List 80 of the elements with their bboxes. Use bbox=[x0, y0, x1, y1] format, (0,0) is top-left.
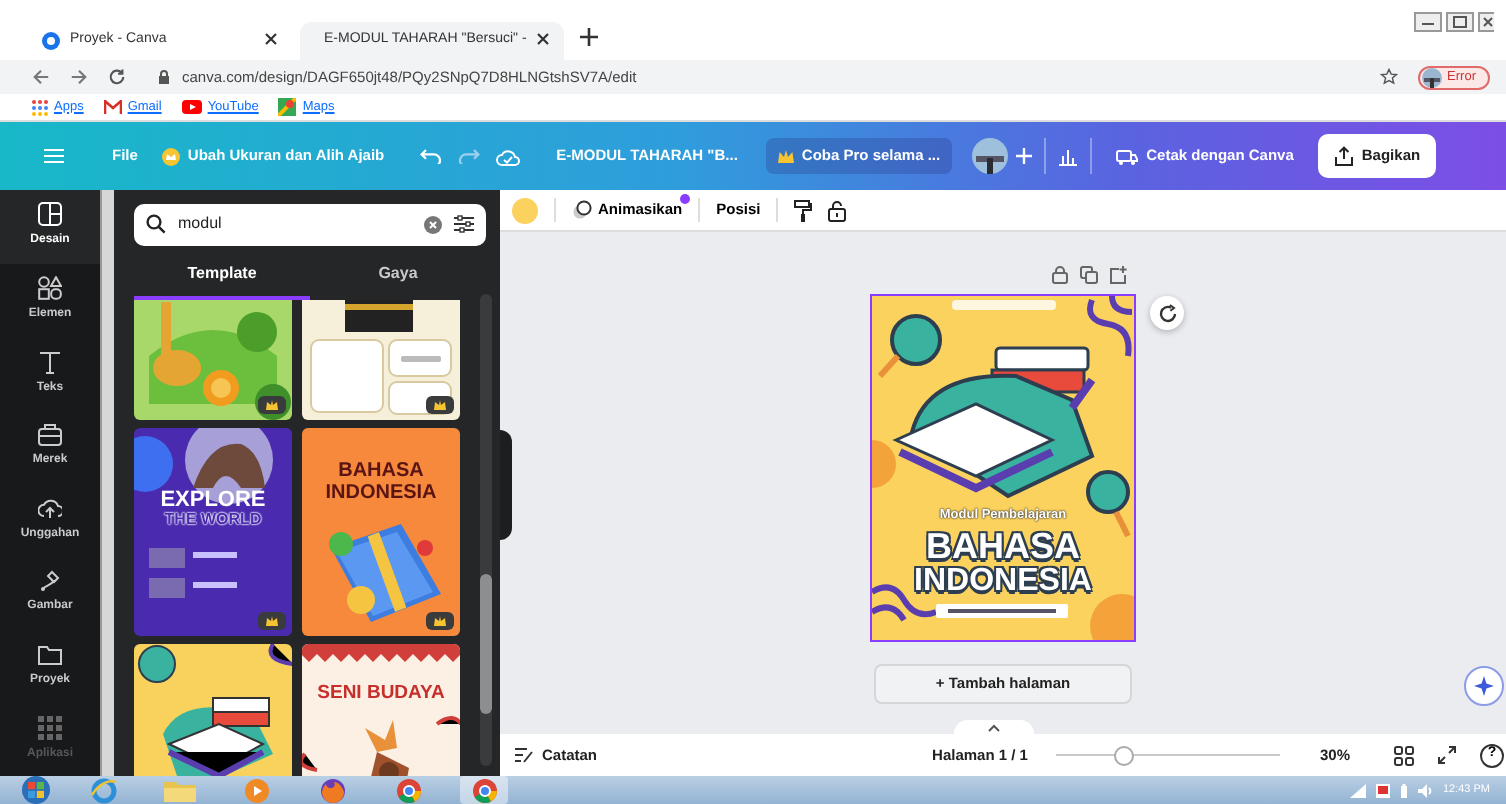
crown-icon bbox=[777, 149, 794, 163]
briefcase-icon bbox=[38, 422, 62, 447]
apps-grid-icon bbox=[38, 715, 62, 740]
add-page-icon[interactable] bbox=[1110, 266, 1128, 284]
browser-icon[interactable] bbox=[395, 777, 421, 803]
avatar-icon bbox=[1421, 67, 1442, 87]
mail-icon bbox=[103, 100, 122, 114]
illustration-drawing bbox=[149, 301, 291, 420]
template-title: BAHASA bbox=[336, 461, 426, 482]
cloud-icon[interactable] bbox=[496, 147, 521, 165]
illustration-drawing bbox=[310, 299, 452, 415]
template-title: EXPLORE bbox=[158, 489, 268, 512]
scrollbar[interactable] bbox=[100, 190, 114, 776]
regenerate-button[interactable] bbox=[1150, 296, 1184, 330]
filter-icon[interactable] bbox=[454, 214, 474, 235]
start-button[interactable] bbox=[20, 776, 52, 804]
sparkle-icon bbox=[1474, 676, 1494, 696]
maximize-icon[interactable] bbox=[1446, 12, 1474, 32]
plus-icon[interactable] bbox=[1016, 148, 1033, 164]
page-title: INDONESIA bbox=[912, 566, 1094, 598]
avatar-icon[interactable] bbox=[972, 138, 1009, 174]
template-card[interactable]: SENI BUDAYA bbox=[302, 643, 460, 776]
lock-icon[interactable] bbox=[828, 199, 847, 221]
template-card[interactable]: EXPLORE THE WORLD bbox=[134, 427, 292, 636]
menu-icon[interactable] bbox=[44, 148, 64, 164]
template-card[interactable]: BAHASA INDONESIA bbox=[302, 427, 460, 636]
template-title: THE WORLD bbox=[161, 511, 264, 528]
draw-icon bbox=[38, 568, 62, 593]
assistant-button[interactable] bbox=[1464, 666, 1504, 706]
illustration-drawing bbox=[329, 523, 441, 622]
browser-icon[interactable] bbox=[471, 777, 497, 803]
template-title: SENI BUDAYA bbox=[315, 683, 447, 703]
panel-tab[interactable]: Gaya bbox=[310, 253, 486, 300]
clear-icon[interactable] bbox=[424, 215, 442, 234]
collapse-button[interactable] bbox=[953, 720, 1033, 734]
animate-icon bbox=[572, 200, 592, 220]
fullscreen-icon[interactable] bbox=[1438, 746, 1456, 764]
map-icon bbox=[278, 98, 297, 116]
grid-view-icon[interactable] bbox=[1394, 745, 1414, 765]
text-icon bbox=[38, 349, 62, 374]
folder-icon bbox=[38, 642, 62, 667]
search-bar[interactable]: modul bbox=[134, 204, 486, 246]
lock-icon bbox=[158, 70, 170, 84]
browser-icon[interactable] bbox=[319, 777, 345, 803]
page-title: BAHASA bbox=[923, 528, 1082, 564]
apps-grid-icon bbox=[32, 99, 48, 115]
slider-thumb[interactable] bbox=[1113, 745, 1134, 765]
search-field[interactable]: modul bbox=[178, 212, 412, 237]
color-swatch[interactable] bbox=[512, 197, 538, 223]
star-icon[interactable] bbox=[1379, 68, 1398, 86]
new-tab-icon[interactable] bbox=[580, 28, 598, 47]
share-icon bbox=[1333, 146, 1354, 166]
forward-icon[interactable] bbox=[70, 68, 88, 86]
minimize-icon[interactable] bbox=[1414, 12, 1442, 32]
duplicate-icon[interactable] bbox=[1080, 266, 1098, 284]
refresh-icon bbox=[1157, 303, 1177, 323]
reload-icon[interactable] bbox=[108, 68, 126, 86]
panel-collapse-handle[interactable] bbox=[500, 430, 512, 540]
shapes-icon bbox=[38, 275, 62, 300]
undo-icon[interactable] bbox=[420, 148, 443, 164]
play-icon bbox=[181, 100, 202, 114]
paint-roller-icon[interactable] bbox=[794, 199, 813, 221]
chevron-up-icon bbox=[987, 723, 999, 731]
back-icon[interactable] bbox=[32, 68, 50, 86]
close-icon[interactable] bbox=[1478, 12, 1494, 32]
search-icon bbox=[146, 214, 166, 235]
notes-icon bbox=[514, 746, 534, 764]
close-icon[interactable] bbox=[536, 31, 551, 46]
scrollbar[interactable] bbox=[480, 294, 492, 766]
crown-icon bbox=[161, 147, 180, 165]
flag-icon[interactable] bbox=[1376, 783, 1391, 797]
cloud-upload-icon bbox=[38, 495, 62, 520]
media-player-icon[interactable] bbox=[243, 777, 269, 803]
zoom-slider[interactable] bbox=[1055, 747, 1280, 763]
template-title: INDONESIA bbox=[323, 483, 439, 504]
globe-icon bbox=[42, 32, 60, 50]
truck-icon bbox=[1116, 147, 1139, 165]
layout-icon bbox=[38, 202, 62, 227]
bar-chart-icon[interactable] bbox=[1058, 147, 1079, 165]
close-icon[interactable] bbox=[264, 31, 278, 46]
